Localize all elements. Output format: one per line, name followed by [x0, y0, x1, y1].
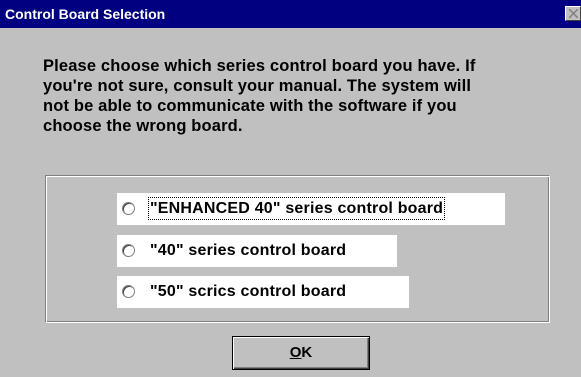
instruction-message: Please choose which series control board…	[43, 57, 476, 135]
radio-button[interactable]	[122, 285, 135, 298]
window-title: Control Board Selection	[5, 6, 166, 22]
close-button[interactable]	[565, 6, 581, 21]
ok-mnemonic: O	[289, 344, 302, 361]
radio-button[interactable]	[122, 202, 135, 215]
option-enhanced-40[interactable]: "ENHANCED 40" series control board	[117, 193, 505, 225]
ok-rest: K	[301, 344, 313, 361]
option-40[interactable]: "40" series control board	[117, 235, 397, 267]
option-label: "40" series control board	[150, 242, 347, 259]
title-bar[interactable]: Control Board Selection	[0, 0, 581, 28]
option-50[interactable]: "50" scrics control board	[117, 276, 409, 308]
ok-button-label: OK	[233, 344, 369, 362]
ok-button[interactable]: OK	[232, 336, 370, 370]
option-label: "50" scrics control board	[150, 283, 347, 300]
dialog-window: Control Board Selection Please choose wh…	[0, 0, 581, 377]
option-label: "ENHANCED 40" series control board	[147, 197, 446, 220]
radio-button[interactable]	[122, 244, 135, 257]
close-icon	[569, 9, 578, 18]
